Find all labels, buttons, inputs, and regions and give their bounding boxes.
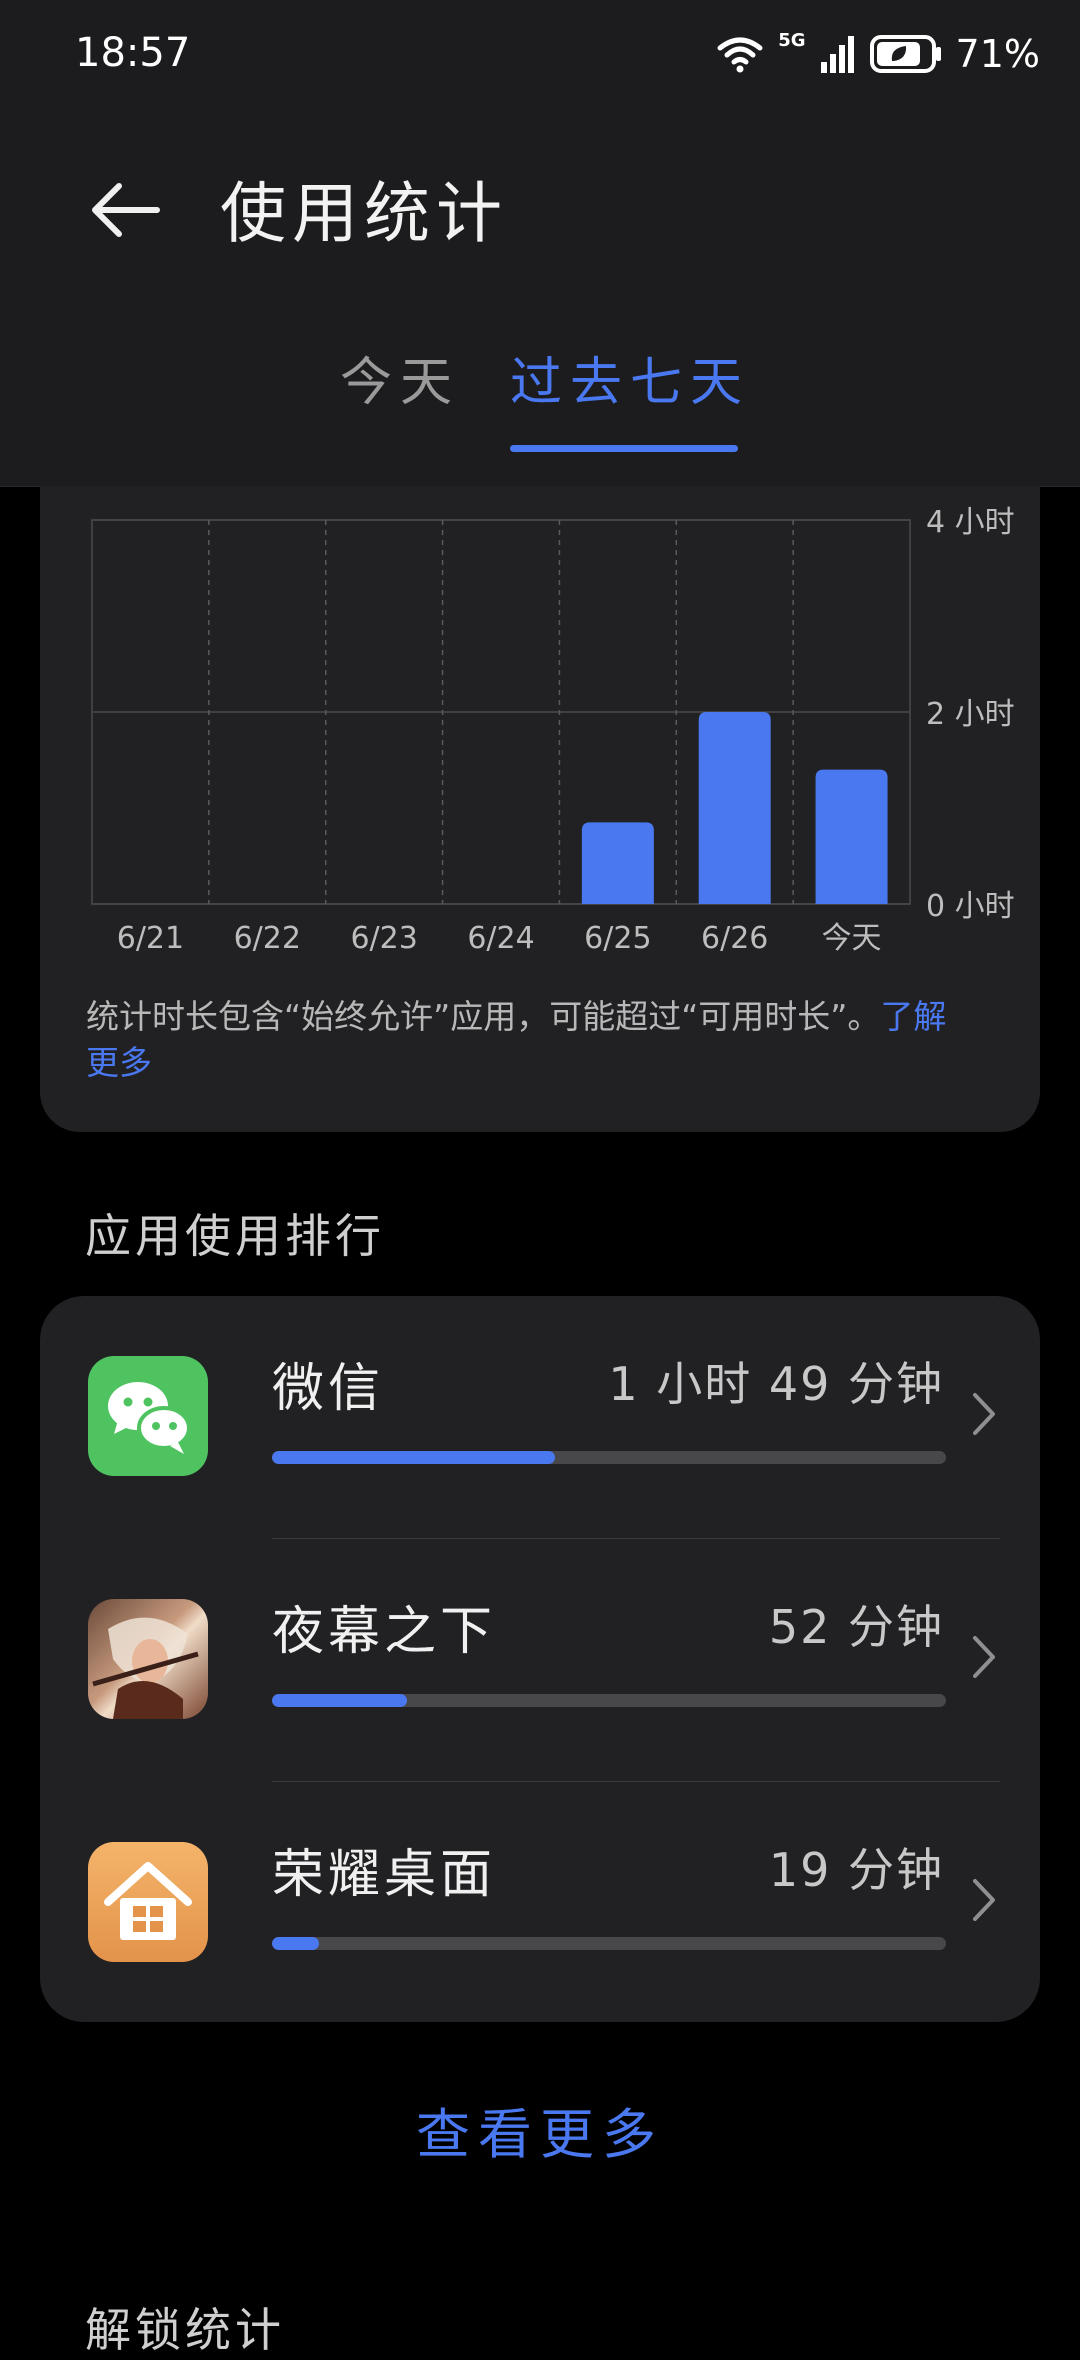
usage-progress-track xyxy=(272,1937,946,1950)
app-ranking-list: 微信 1 小时 49 分钟 夜幕之下 52 分钟 荣耀桌面 19 分钟 xyxy=(40,1296,1040,2022)
app-usage-time: 19 分钟 xyxy=(768,1843,944,1897)
back-arrow-icon xyxy=(92,183,160,237)
usage-progress-track xyxy=(272,1694,946,1707)
y-tick-label: 2 小时 xyxy=(926,697,1015,732)
x-tick-label: 6/22 xyxy=(234,921,301,956)
usage-progress-fill xyxy=(272,1937,320,1950)
x-tick-label: 6/25 xyxy=(584,921,651,956)
tab-past-seven-days[interactable]: 过去七天 xyxy=(510,340,750,415)
wechat-icon xyxy=(88,1356,208,1476)
x-tick-label: 6/21 xyxy=(117,921,184,956)
usage-note: 统计时长包含“始终允许”应用，可能超过“可用时长”。了解更多 xyxy=(86,994,966,1086)
list-item-wechat[interactable]: 微信 1 小时 49 分钟 xyxy=(40,1296,1040,1539)
status-icons: 5G 71% xyxy=(716,30,1040,78)
see-more-button[interactable]: 查看更多 xyxy=(0,2090,1080,2169)
x-tick-label: 6/24 xyxy=(467,921,534,956)
usage-bar-chart: 0 小时 2 小时 4 小时 6/21 6/22 6/23 6/24 6/25 6/26 今天 xyxy=(91,505,1015,956)
chevron-right-icon xyxy=(973,1879,995,1921)
y-tick-label: 4 小时 xyxy=(926,505,1015,540)
network-type: 5G xyxy=(778,29,806,51)
tab-underline-indicator xyxy=(510,445,738,452)
usage-progress-fill xyxy=(272,1694,407,1707)
back-button[interactable] xyxy=(80,165,170,255)
page-title: 使用统计 xyxy=(220,175,508,252)
chart-bar xyxy=(698,712,771,904)
chart-bar xyxy=(581,822,654,904)
usage-progress-fill xyxy=(272,1451,556,1464)
wifi-icon xyxy=(717,37,763,73)
signal-icon xyxy=(820,36,854,73)
app-usage-time: 1 小时 49 分钟 xyxy=(608,1357,944,1411)
app-usage-time: 52 分钟 xyxy=(768,1600,944,1654)
game-avatar-icon xyxy=(88,1599,208,1719)
usage-note-text: 统计时长包含“始终允许”应用，可能超过“可用时长”。 xyxy=(86,997,881,1036)
app-name: 微信 xyxy=(272,1359,385,1419)
unlock-stats-section-title: 解锁统计 xyxy=(85,2303,285,2357)
x-tick-label: 今天 xyxy=(822,921,882,956)
list-item-honor-launcher[interactable]: 荣耀桌面 19 分钟 xyxy=(40,1782,1040,2025)
x-tick-label: 6/26 xyxy=(701,921,768,956)
app-name: 夜幕之下 xyxy=(272,1602,497,1662)
home-icon xyxy=(88,1842,208,1962)
ranking-section-title: 应用使用排行 xyxy=(85,1209,385,1263)
y-tick-label: 0 小时 xyxy=(926,889,1015,924)
usage-progress-track xyxy=(272,1451,946,1464)
tab-today[interactable]: 今天 xyxy=(340,340,460,415)
status-time: 18:57 xyxy=(75,30,191,76)
tab-bar: 今天 过去七天 xyxy=(0,340,1080,440)
battery-icon xyxy=(869,35,941,73)
x-tick-label: 6/23 xyxy=(350,921,417,956)
list-item-yemuzhixia[interactable]: 夜幕之下 52 分钟 xyxy=(40,1539,1040,1782)
app-header: 使用统计 今天 过去七天 xyxy=(0,110,1080,487)
battery-level: 71% xyxy=(955,32,1040,76)
chevron-right-icon xyxy=(973,1393,995,1435)
app-name: 荣耀桌面 xyxy=(272,1845,497,1905)
chart-bar xyxy=(815,769,888,904)
usage-chart-card: 0 小时 2 小时 4 小时 6/21 6/22 6/23 6/24 6/25 6/26 今天 统… xyxy=(40,486,1040,1132)
chevron-right-icon xyxy=(973,1636,995,1678)
status-bar: 18:57 5G 71% xyxy=(0,0,1080,110)
